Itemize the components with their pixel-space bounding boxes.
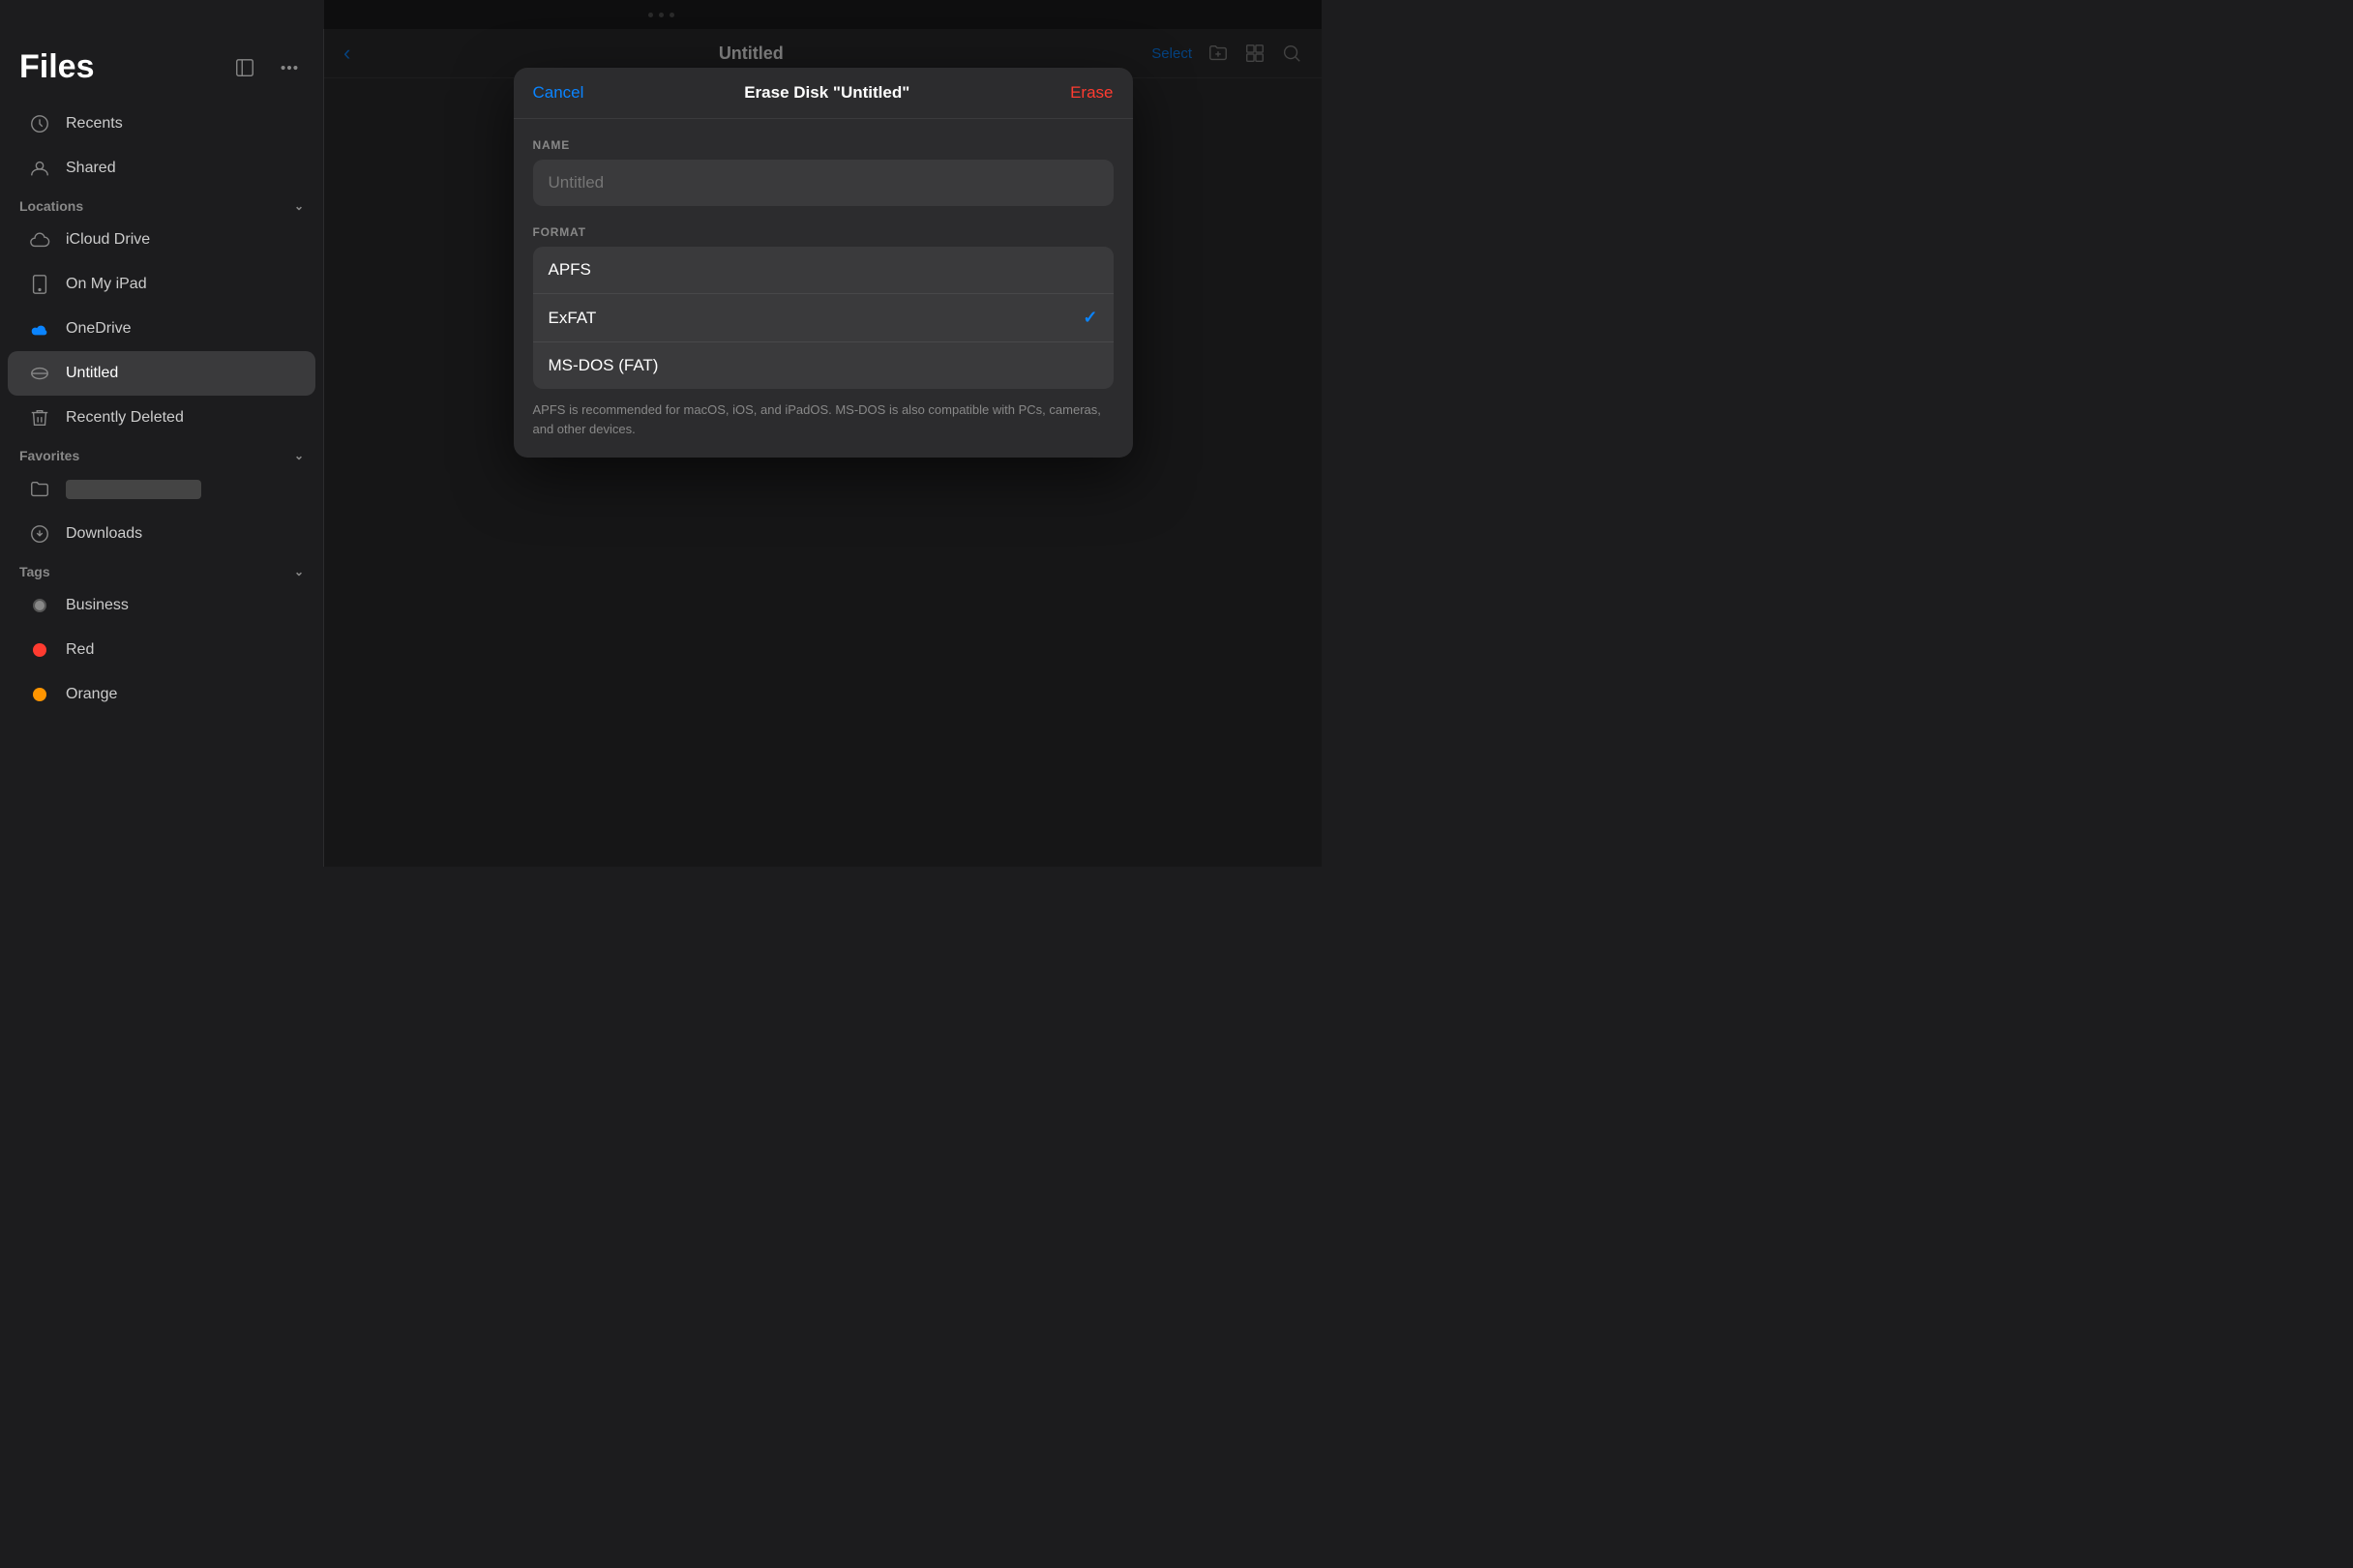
exfat-checkmark: ✓ (1083, 308, 1097, 328)
dialog-body: NAME FORMAT APFS ExFAT ✓ MS-DOS (FAT) AP… (514, 119, 1133, 458)
sidebar-item-recently-deleted[interactable]: Recently Deleted (8, 396, 315, 440)
sidebar-item-untitled[interactable]: Untitled (8, 351, 315, 396)
locations-chevron: ⌄ (294, 199, 304, 213)
ipad-icon (27, 272, 52, 297)
format-option-msdos[interactable]: MS-DOS (FAT) (533, 342, 1114, 389)
favorites-section[interactable]: Favorites ⌄ (0, 440, 323, 467)
sidebar-item-tag-red[interactable]: Red (8, 628, 315, 672)
format-option-apfs[interactable]: APFS (533, 247, 1114, 294)
recents-icon (27, 111, 52, 136)
format-apfs-label: APFS (549, 260, 591, 280)
name-field-label: NAME (533, 138, 1114, 152)
format-option-exfat[interactable]: ExFAT ✓ (533, 294, 1114, 342)
name-input[interactable] (533, 160, 1114, 206)
erase-disk-dialog: Cancel Erase Disk "Untitled" Erase NAME … (324, 48, 1322, 458)
onedrive-icon (27, 316, 52, 341)
sidebar-toggle-button[interactable] (230, 53, 259, 82)
tag-business-label: Business (66, 597, 129, 614)
sidebar-item-shared[interactable]: Shared (8, 146, 315, 191)
tag-red-label: Red (66, 641, 94, 659)
recently-deleted-label: Recently Deleted (66, 409, 184, 427)
favorites-folder-icon (27, 477, 52, 502)
format-exfat-label: ExFAT (549, 309, 597, 328)
sidebar-header: Files (0, 41, 323, 102)
format-field-label: FORMAT (533, 225, 1114, 239)
dialog-title: Erase Disk "Untitled" (744, 83, 909, 103)
tag-business-icon (27, 593, 52, 618)
tags-chevron: ⌄ (294, 565, 304, 578)
sidebar-item-tag-orange[interactable]: Orange (8, 672, 315, 717)
icloud-label: iCloud Drive (66, 231, 150, 249)
trash-icon (27, 405, 52, 430)
onedrive-label: OneDrive (66, 320, 132, 338)
sidebar-header-icons (230, 53, 304, 82)
sidebar-item-downloads[interactable]: Downloads (8, 512, 315, 556)
shared-icon (27, 156, 52, 181)
erase-button[interactable]: Erase (1070, 83, 1113, 103)
shared-label: Shared (66, 160, 116, 177)
cancel-button[interactable]: Cancel (533, 83, 584, 103)
dialog-box: Cancel Erase Disk "Untitled" Erase NAME … (514, 68, 1133, 458)
sidebar-item-tag-business[interactable]: Business (8, 583, 315, 628)
dialog-header: Cancel Erase Disk "Untitled" Erase (514, 68, 1133, 119)
tag-red-icon (27, 637, 52, 663)
sidebar: Files Recents Shared Locations ⌄ (0, 29, 324, 867)
tags-section[interactable]: Tags ⌄ (0, 556, 323, 583)
untitled-drive-icon (27, 361, 52, 386)
favorites-chevron: ⌄ (294, 449, 304, 462)
sidebar-item-ipad[interactable]: On My iPad (8, 262, 315, 307)
sidebar-item-favorites-redacted[interactable] (8, 467, 315, 512)
sidebar-item-recents[interactable]: Recents (8, 102, 315, 146)
downloads-label: Downloads (66, 525, 142, 543)
recents-label: Recents (66, 115, 123, 133)
format-options-list: APFS ExFAT ✓ MS-DOS (FAT) (533, 247, 1114, 389)
sidebar-title: Files (19, 48, 94, 86)
tag-orange-icon (27, 682, 52, 707)
ipad-label: On My iPad (66, 276, 147, 293)
sidebar-item-onedrive[interactable]: OneDrive (8, 307, 315, 351)
untitled-label: Untitled (66, 365, 118, 382)
downloads-icon (27, 521, 52, 547)
sidebar-item-icloud[interactable]: iCloud Drive (8, 218, 315, 262)
locations-section[interactable]: Locations ⌄ (0, 191, 323, 218)
tag-orange-label: Orange (66, 686, 117, 703)
format-msdos-label: MS-DOS (FAT) (549, 356, 659, 375)
more-options-button[interactable] (275, 53, 304, 82)
icloud-icon (27, 227, 52, 252)
format-note: APFS is recommended for macOS, iOS, and … (533, 400, 1114, 438)
redacted-item (66, 480, 201, 499)
